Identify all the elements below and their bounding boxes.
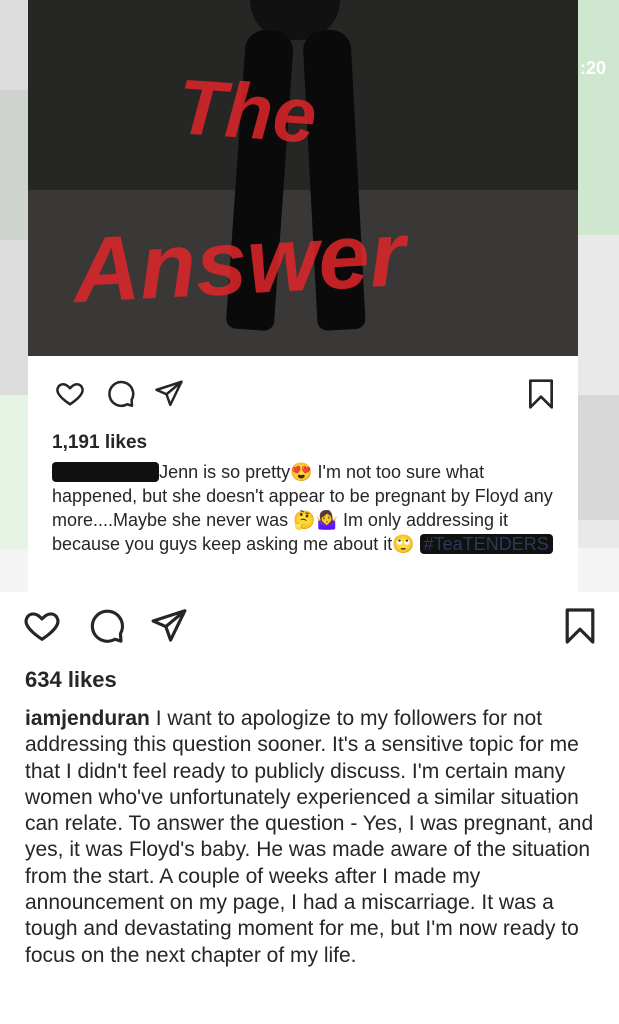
post-username[interactable]: iamjenduran [25,707,150,730]
background-right-strip: :20 [578,0,619,548]
overlay-word-answer: Answer [69,203,412,323]
bookmark-icon[interactable] [527,378,555,410]
photo-text-overlay: The Answer [69,62,412,323]
background-left-strip [0,0,28,550]
main-likes-count[interactable]: 634 likes [25,667,117,693]
comment-icon[interactable] [88,606,126,644]
share-icon[interactable] [154,378,184,408]
heart-icon[interactable] [22,606,62,644]
embedded-likes-count[interactable]: 1,191 likes [52,432,147,454]
emoji-eye-roll: 🙄 [392,534,415,554]
caption-text-a: Jenn is so pretty [159,462,291,482]
side-time-text: :20 [580,58,607,78]
embedded-caption: theteawithliv Jenn is so pretty😍 I'm not … [52,460,557,556]
embedded-post-card: 1,191 likes theteawithliv Jenn is so pret… [28,356,578,592]
embedded-post-screenshot: :20 The Answer 1,191 likes theteawithliv… [0,0,619,592]
post-photo: The Answer [28,0,578,356]
redacted-username: theteawithliv [52,462,160,482]
embedded-action-bar [54,378,555,410]
bookmark-icon[interactable] [564,606,596,646]
emoji-thinking-shrug: 🤔🤷‍♀️ [293,510,338,530]
heart-icon[interactable] [54,378,86,408]
main-caption: iamjenduran I want to apologize to my fo… [25,706,600,969]
share-icon[interactable] [150,606,188,644]
main-caption-text: I want to apologize to my followers for … [25,707,594,967]
comment-icon[interactable] [106,378,136,408]
main-action-bar [22,606,602,646]
overlay-word-the: The [175,62,319,159]
emoji-heart-eyes: 😍 [290,462,313,482]
hashtag-link[interactable]: #TeaTENDERS [419,534,553,554]
